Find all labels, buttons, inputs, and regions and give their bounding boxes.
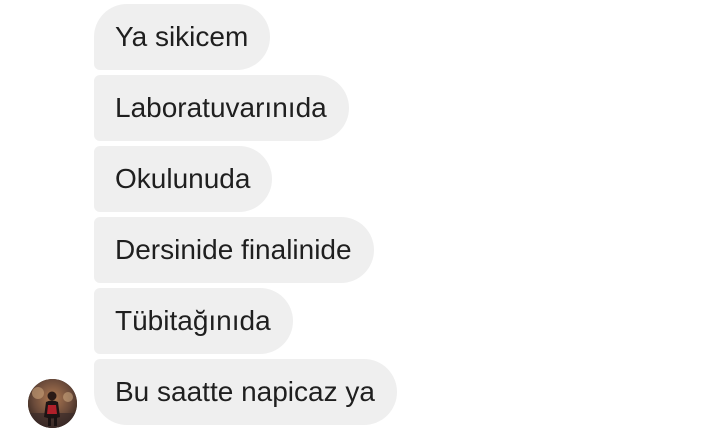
message-bubble[interactable]: Okulunuda — [94, 146, 273, 212]
chat-thread: Ya sikicem Laboratuvarınıda Okulunuda De… — [0, 0, 716, 428]
message-bubble[interactable]: Tübitağınıda — [94, 288, 293, 354]
message-bubble[interactable]: Ya sikicem — [94, 4, 271, 70]
sender-avatar[interactable] — [28, 379, 77, 428]
message-bubble[interactable]: Dersinide finalinide — [94, 217, 374, 283]
avatar-photo-icon — [28, 379, 77, 428]
message-bubble[interactable]: Bu saatte napicaz ya — [94, 359, 397, 425]
message-bubble[interactable]: Laboratuvarınıda — [94, 75, 349, 141]
